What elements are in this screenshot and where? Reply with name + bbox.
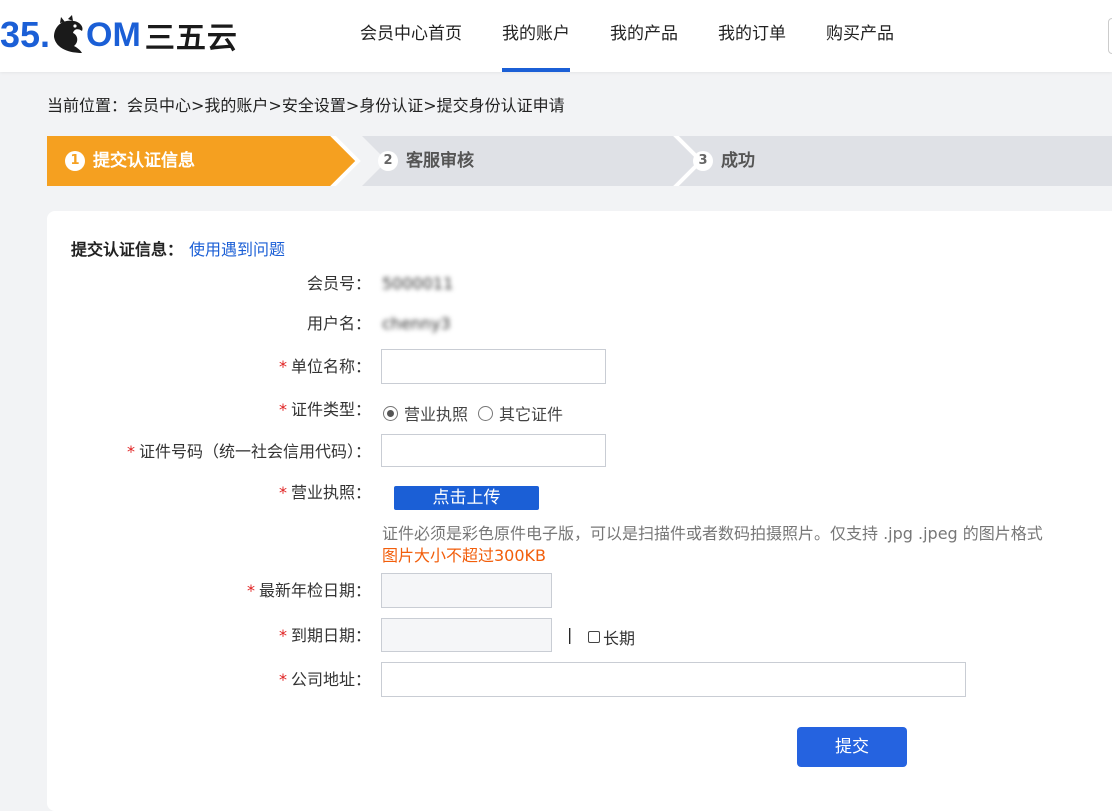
radio-business-license-label[interactable]: 营业执照	[404, 401, 468, 425]
radio-other-cert-label[interactable]: 其它证件	[499, 401, 563, 425]
verification-form-panel: 提交认证信息： 使用遇到问题 会员号： 5000011 用户名： chenny3 …	[47, 211, 1112, 811]
breadcrumb: 当前位置：会员中心>我的账户>安全设置>身份认证>提交身份认证申请	[47, 96, 565, 115]
nav-item-member-home[interactable]: 会员中心首页	[340, 0, 482, 72]
inspection-date-row: * 最新年检日期：	[47, 573, 947, 609]
upload-size-limit: 图片大小不超过300KB	[382, 546, 547, 565]
company-name-input[interactable]	[381, 349, 606, 384]
cert-no-row: * 证件号码（统一社会信用代码）：	[47, 434, 947, 470]
top-header: 35. OM 三五云 会员中心首页 我的账户 我的产品 我的订单 购买产品	[0, 0, 1112, 72]
step-1-label: 提交认证信息	[93, 151, 195, 171]
cert-type-label: * 证件类型：	[278, 400, 371, 419]
expiry-date-input[interactable]	[381, 618, 552, 652]
steps-background	[47, 136, 1112, 186]
logo-number: 35.	[0, 14, 51, 55]
inspection-date-label: * 最新年检日期：	[246, 581, 371, 600]
username-label: 用户名：	[306, 314, 371, 333]
nav-item-my-products[interactable]: 我的产品	[590, 0, 698, 72]
company-row: * 单位名称：	[47, 349, 947, 385]
radio-other-cert[interactable]	[478, 405, 494, 421]
step-3-number: 3	[693, 151, 713, 171]
long-term-checkbox[interactable]	[588, 631, 600, 643]
expiry-date-row: * 到期日期： | 长期	[47, 618, 947, 654]
step-1-number: 1	[65, 151, 85, 171]
logo-brand-name: 三五云	[144, 21, 238, 56]
header-search-box[interactable]	[1108, 18, 1112, 54]
license-label: * 营业执照：	[278, 483, 371, 502]
radio-business-license[interactable]	[383, 405, 398, 421]
cert-type-radio-group: 营业执照 其它证件	[383, 401, 563, 425]
main-nav: 会员中心首页 我的账户 我的产品 我的订单 购买产品	[340, 0, 914, 72]
form-title: 提交认证信息：	[71, 240, 184, 259]
address-label: * 公司地址：	[278, 670, 371, 689]
step-3: 3 成功	[693, 136, 755, 186]
step-3-label: 成功	[721, 151, 755, 171]
step-2-number: 2	[378, 151, 398, 171]
upload-button[interactable]: 点击上传	[394, 486, 539, 510]
expiry-date-label: * 到期日期：	[278, 626, 371, 645]
member-no-label: 会员号：	[306, 274, 371, 293]
dragon-logo-icon	[54, 15, 83, 53]
license-upload-row: * 营业执照： 点击上传 证件必须是彩色原件电子版，可以是扫描件或者数码拍摄照片。…	[47, 475, 1112, 565]
inspection-date-input[interactable]	[381, 573, 552, 608]
site-logo[interactable]: 35. OM 三五云	[0, 10, 238, 60]
step-2-label: 客服审核	[406, 151, 474, 171]
username-row: 用户名： chenny3	[47, 306, 947, 342]
nav-item-buy-products[interactable]: 购买产品	[806, 0, 914, 72]
company-label: * 单位名称：	[278, 357, 371, 376]
long-term-option[interactable]: 长期	[588, 625, 635, 649]
logo-om: OM	[86, 15, 141, 54]
address-row: * 公司地址：	[47, 662, 1047, 698]
step-2: 2 客服审核	[378, 136, 474, 186]
upload-hint: 证件必须是彩色原件电子版，可以是扫描件或者数码拍摄照片。仅支持 .jpg .jp…	[382, 524, 1043, 543]
member-no-row: 会员号： 5000011	[47, 266, 947, 302]
username-value: chenny3	[382, 314, 451, 333]
member-no-value: 5000011	[382, 274, 454, 293]
submit-button[interactable]: 提交	[797, 727, 907, 767]
nav-item-my-account[interactable]: 我的账户	[482, 0, 590, 72]
progress-steps: 1 提交认证信息 2 客服审核 3 成功	[47, 136, 1112, 186]
cert-no-label: * 证件号码（统一社会信用代码）：	[126, 442, 371, 461]
form-header: 提交认证信息： 使用遇到问题	[71, 236, 285, 260]
cert-number-input[interactable]	[381, 434, 606, 467]
nav-item-my-orders[interactable]: 我的订单	[698, 0, 806, 72]
long-term-label[interactable]: 长期	[603, 625, 635, 649]
company-address-input[interactable]	[381, 662, 966, 697]
step-1: 1 提交认证信息	[65, 136, 195, 186]
cert-type-row: * 证件类型： 营业执照 其它证件	[47, 392, 947, 428]
help-link[interactable]: 使用遇到问题	[189, 240, 285, 259]
separator: |	[567, 625, 573, 644]
